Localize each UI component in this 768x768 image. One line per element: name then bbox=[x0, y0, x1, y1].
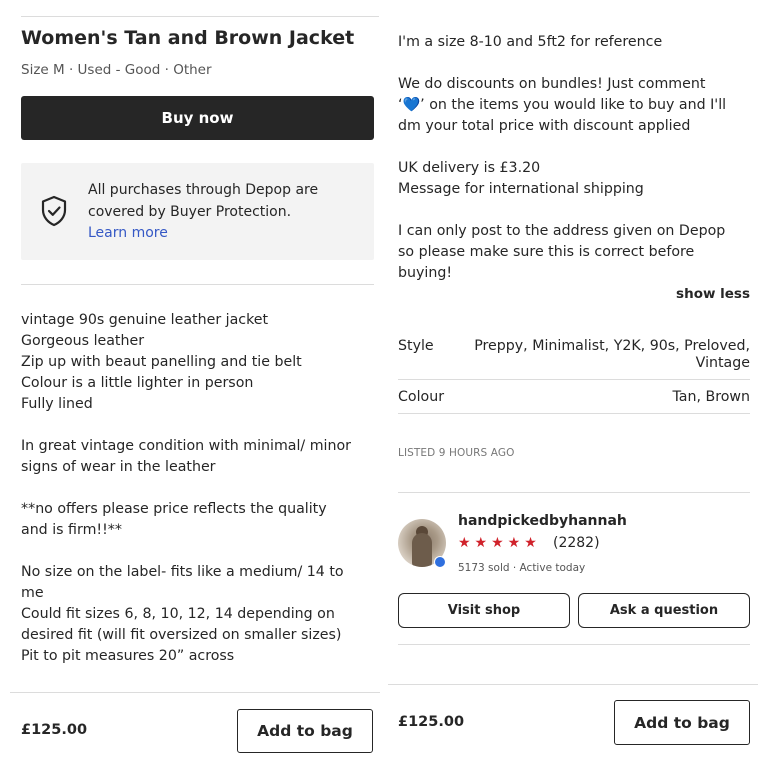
price: £125.00 bbox=[398, 714, 465, 730]
verified-badge-icon bbox=[434, 556, 446, 568]
divider bbox=[398, 492, 750, 493]
listed-time: LISTED 9 HOURS AGO bbox=[398, 447, 515, 459]
seller-name[interactable]: handpickedbyhannah bbox=[458, 513, 627, 529]
style-row: Style Preppy, Minimalist, Y2K, 90s, Prel… bbox=[398, 338, 750, 378]
description-line: Fully lined bbox=[21, 396, 93, 412]
buyer-protection-text: All purchases through Depop are covered … bbox=[88, 180, 363, 245]
product-title: Women's Tan and Brown Jacket bbox=[21, 27, 355, 49]
description-line: dm your total price with discount applie… bbox=[398, 118, 691, 134]
description-line: Colour is a little lighter in person bbox=[21, 375, 254, 391]
divider bbox=[398, 413, 750, 414]
left-panel: Women's Tan and Brown Jacket Size M · Us… bbox=[0, 0, 384, 768]
learn-more-link[interactable]: Learn more bbox=[88, 223, 363, 245]
divider bbox=[398, 379, 750, 380]
description-right: I'm a size 8-10 and 5ft2 for reference W… bbox=[398, 32, 758, 284]
product-subtitle: Size M · Used - Good · Other bbox=[21, 62, 212, 78]
description-line: I'm a size 8-10 and 5ft2 for reference bbox=[398, 34, 663, 50]
description-line: In great vintage condition with minimal/… bbox=[21, 438, 351, 454]
description-line: ‘💙’ on the items you would like to buy a… bbox=[398, 97, 727, 113]
description-line: me bbox=[21, 585, 44, 601]
colour-label: Colour bbox=[398, 389, 445, 405]
add-to-bag-button[interactable]: Add to bag bbox=[614, 700, 750, 745]
rating-count: (2282) bbox=[553, 535, 600, 551]
style-label: Style bbox=[398, 338, 434, 354]
description-line: Message for international shipping bbox=[398, 181, 644, 197]
style-value: Preppy, Minimalist, Y2K, 90s, Preloved, … bbox=[474, 338, 750, 372]
protection-message: All purchases through Depop are covered … bbox=[88, 182, 319, 220]
divider bbox=[388, 684, 758, 685]
rating-stars: ★★★★★ bbox=[458, 535, 541, 551]
show-less-link[interactable]: show less bbox=[676, 286, 750, 302]
description-line: buying! bbox=[398, 265, 453, 281]
divider bbox=[10, 692, 380, 693]
description-line: Pit to pit measures 20” across bbox=[21, 648, 235, 664]
description-line: and is firm!!** bbox=[21, 522, 122, 538]
style-value-line: Preppy, Minimalist, Y2K, 90s, Preloved, bbox=[474, 338, 750, 354]
visit-shop-button[interactable]: Visit shop bbox=[398, 593, 570, 628]
buy-now-button[interactable]: Buy now bbox=[21, 96, 374, 140]
description-line: vintage 90s genuine leather jacket bbox=[21, 312, 269, 328]
price: £125.00 bbox=[21, 722, 88, 738]
divider bbox=[21, 16, 379, 17]
description-line: **no offers please price reflects the qu… bbox=[21, 501, 327, 517]
description-line: We do discounts on bundles! Just comment bbox=[398, 76, 706, 92]
divider bbox=[21, 284, 374, 285]
description-line: Gorgeous leather bbox=[21, 333, 145, 349]
description-line: Zip up with beaut panelling and tie belt bbox=[21, 354, 302, 370]
ask-question-button[interactable]: Ask a question bbox=[578, 593, 750, 628]
style-value-line: Vintage bbox=[695, 355, 750, 371]
right-panel: I'm a size 8-10 and 5ft2 for reference W… bbox=[384, 0, 768, 768]
description-line: Could fit sizes 6, 8, 10, 12, 14 dependi… bbox=[21, 606, 335, 622]
description-line: No size on the label- fits like a medium… bbox=[21, 564, 344, 580]
description-line: signs of wear in the leather bbox=[21, 459, 216, 475]
description-left: vintage 90s genuine leather jacket Gorge… bbox=[21, 310, 379, 667]
add-to-bag-button[interactable]: Add to bag bbox=[237, 709, 373, 753]
description-line: I can only post to the address given on … bbox=[398, 223, 726, 239]
buyer-protection-box: All purchases through Depop are covered … bbox=[21, 163, 374, 260]
colour-value: Tan, Brown bbox=[672, 389, 750, 405]
description-line: so please make sure this is correct befo… bbox=[398, 244, 695, 260]
colour-row: Colour Tan, Brown bbox=[398, 389, 750, 409]
description-line: desired fit (will fit oversized on small… bbox=[21, 627, 342, 643]
divider bbox=[398, 644, 750, 645]
shield-check-icon bbox=[41, 195, 67, 227]
seller-meta: 5173 sold · Active today bbox=[458, 562, 586, 574]
description-line: UK delivery is £3.20 bbox=[398, 160, 541, 176]
